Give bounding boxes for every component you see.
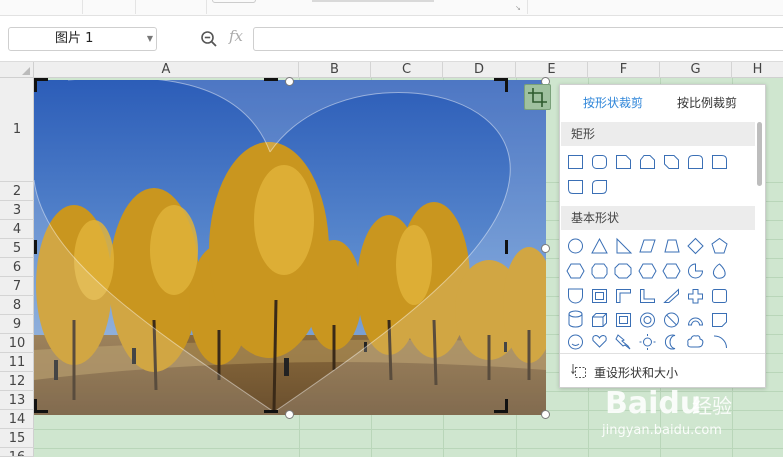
parallelogram-shape-icon xyxy=(639,239,656,253)
lightning-bolt-shape-icon xyxy=(615,334,631,350)
watermark-brand-cn: 经验 xyxy=(692,394,732,418)
ribbon-strip: ↘ xyxy=(0,0,783,16)
decagon-shape-icon xyxy=(638,263,657,279)
l-shape-icon xyxy=(640,289,655,303)
row-header[interactable]: 10 xyxy=(0,334,34,353)
column-header-b[interactable]: B xyxy=(299,62,371,78)
round-snip-shape-icon xyxy=(568,180,583,194)
column-header-c[interactable]: C xyxy=(371,62,443,78)
baidu-jingyan-watermark: Baidu 经验 jingyan.baidu.com xyxy=(598,384,748,444)
column-header-g[interactable]: G xyxy=(660,62,732,78)
dodecagon-shape-icon xyxy=(662,263,681,279)
crop-mark-top[interactable] xyxy=(264,78,278,81)
cube-shape-icon xyxy=(592,313,607,327)
smiley-face-shape-icon xyxy=(568,334,583,350)
chord-shape-icon xyxy=(568,288,583,304)
row-header[interactable]: 16 xyxy=(0,448,34,457)
column-header-e[interactable]: E xyxy=(516,62,588,78)
formula-input[interactable] xyxy=(253,27,783,51)
cross-shape-icon xyxy=(688,289,703,304)
panel-divider xyxy=(560,353,765,354)
octagon-shape-icon xyxy=(614,263,632,279)
donut-shape-icon xyxy=(640,312,655,328)
folded-corner-shape-icon xyxy=(712,313,727,327)
hexagon-shape-icon xyxy=(566,263,585,279)
diamond-shape-icon xyxy=(687,237,704,255)
pie-shape-icon xyxy=(688,263,704,279)
round-corner-shape-icon xyxy=(712,155,727,169)
column-header-bar: A B C D E F G H xyxy=(0,62,783,78)
rect-shape-icon xyxy=(568,155,583,169)
select-all-corner[interactable] xyxy=(0,62,34,78)
column-header-h[interactable]: H xyxy=(732,62,783,78)
ribbon-control-edge[interactable] xyxy=(312,0,434,2)
resize-handle-top[interactable] xyxy=(285,77,294,86)
right-triangle-shape-icon xyxy=(616,237,633,254)
rounded-rect-shape-icon xyxy=(592,155,607,169)
crop-panel: 按形状裁剪 按比例裁剪 矩形 基本形状 重设形状和大小 xyxy=(559,84,766,388)
snip-two-corner-shape-icon xyxy=(640,155,655,169)
name-box[interactable]: 图片 1 ▼ xyxy=(8,27,157,51)
arc-shape-icon xyxy=(713,335,728,349)
row-header[interactable]: 7 xyxy=(0,277,34,296)
snip-diagonal-shape-icon xyxy=(664,155,679,169)
shape-gallery[interactable] xyxy=(560,85,760,353)
sun-shape-icon xyxy=(643,337,652,347)
row-header[interactable]: 4 xyxy=(0,220,34,239)
row-header[interactable]: 6 xyxy=(0,258,34,277)
row-header[interactable]: 15 xyxy=(0,429,34,448)
resize-handle-bottom[interactable] xyxy=(285,410,294,419)
crop-mark-bottom[interactable] xyxy=(264,410,278,413)
row-header[interactable]: 8 xyxy=(0,296,34,315)
round-top-shape-icon xyxy=(688,155,703,169)
fx-icon[interactable]: fx xyxy=(229,27,243,45)
row-header[interactable]: 9 xyxy=(0,315,34,334)
crop-mark-right[interactable] xyxy=(505,240,508,254)
frame-shape-icon xyxy=(592,289,607,303)
column-header-f[interactable]: F xyxy=(588,62,660,78)
crop-mark-left[interactable] xyxy=(34,240,37,254)
row-header[interactable]: 5 xyxy=(0,239,34,258)
triangle-shape-icon xyxy=(591,237,608,254)
heart-shape-icon xyxy=(592,334,607,348)
name-box-value: 图片 1 xyxy=(55,31,94,46)
plaque-shape-icon xyxy=(712,289,727,303)
watermark-url: jingyan.baidu.com xyxy=(602,423,722,438)
chevron-down-icon[interactable]: ▼ xyxy=(147,28,153,50)
cloud-shape-icon xyxy=(687,335,704,348)
heptagon-shape-icon xyxy=(591,263,608,279)
round-diagonal-shape-icon xyxy=(592,180,607,194)
reset-shape-and-size-button[interactable]: 重设形状和大小 xyxy=(594,364,678,381)
ginkgo-photo[interactable] xyxy=(34,80,546,415)
bevel-shape-icon xyxy=(616,313,631,327)
trapezoid-shape-icon xyxy=(664,239,680,253)
crop-icon xyxy=(528,88,547,107)
resize-handle-bottom-right[interactable] xyxy=(541,410,550,419)
ribbon-launcher-icon[interactable]: ↘ xyxy=(515,4,521,12)
snip-corner-shape-icon xyxy=(616,155,631,169)
reset-shape-icon[interactable] xyxy=(571,363,587,379)
row-header[interactable]: 3 xyxy=(0,201,34,220)
zoom-out-icon[interactable] xyxy=(200,30,218,48)
diagonal-stripe-shape-icon xyxy=(663,288,679,303)
block-arc-shape-icon xyxy=(687,317,704,326)
crop-button[interactable] xyxy=(524,84,551,110)
row-header[interactable]: 13 xyxy=(0,391,34,410)
pentagon-shape-icon xyxy=(711,237,728,254)
row-header[interactable]: 1 xyxy=(0,78,34,182)
row-header[interactable]: 14 xyxy=(0,410,34,429)
watermark-brand: Baidu xyxy=(605,386,702,421)
half-frame-shape-icon xyxy=(616,289,631,303)
ribbon-button-edge[interactable] xyxy=(212,0,256,3)
teardrop-shape-icon xyxy=(712,263,726,279)
moon-shape-icon xyxy=(664,334,676,350)
row-header-bar: 1 2 3 4 5 6 7 8 9 10 11 12 13 14 15 16 xyxy=(0,78,34,457)
row-header[interactable]: 12 xyxy=(0,372,34,391)
column-header-a[interactable]: A xyxy=(34,62,299,78)
row-header[interactable]: 11 xyxy=(0,353,34,372)
oval-shape-icon xyxy=(568,238,583,254)
resize-handle-right[interactable] xyxy=(541,244,550,253)
column-header-d[interactable]: D xyxy=(443,62,516,78)
row-header[interactable]: 2 xyxy=(0,182,34,201)
